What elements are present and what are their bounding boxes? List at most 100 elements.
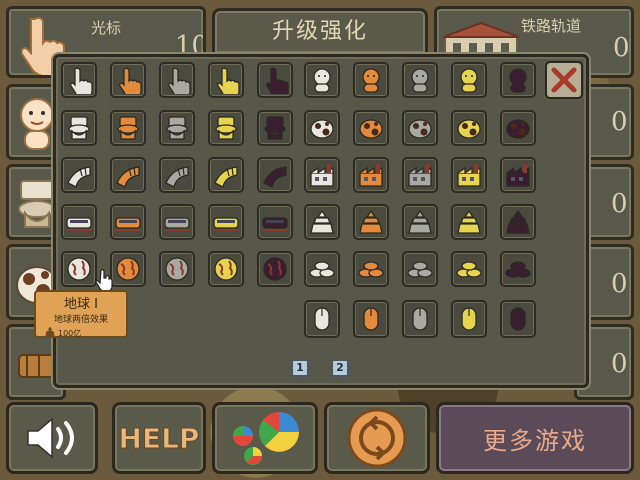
temple-orange-icon	[359, 209, 383, 234]
upgrade-slot[interactable]	[353, 251, 389, 287]
upgrade-slot[interactable]	[402, 62, 438, 98]
upgrade-slot[interactable]	[159, 62, 195, 98]
sound-icon	[27, 417, 74, 459]
upgrade-slot[interactable]	[451, 300, 487, 338]
upgrade-slot[interactable]	[353, 110, 389, 146]
upgrade-slot[interactable]	[500, 110, 536, 146]
mouse-pointer-icon	[96, 269, 113, 290]
upgrade-slot[interactable]	[257, 110, 293, 146]
page-button-2[interactable]: 2	[331, 359, 349, 377]
reset-button[interactable]	[324, 402, 430, 474]
upgrade-slot[interactable]	[257, 251, 293, 287]
coins-yellow-icon	[456, 261, 482, 278]
upgrade-slot[interactable]	[402, 300, 438, 338]
upgrade-slot[interactable]	[402, 251, 438, 287]
upgrade-slot[interactable]	[110, 157, 146, 193]
upgrade-slot[interactable]	[402, 110, 438, 146]
upgrade-slot[interactable]	[110, 204, 146, 240]
coins-orange-icon	[358, 261, 384, 278]
upgrade-slot[interactable]	[61, 204, 97, 240]
globe-yellow-icon	[214, 257, 238, 281]
building-count: 0	[611, 269, 628, 299]
upgrade-slot[interactable]	[402, 204, 438, 240]
cursor-white-icon	[70, 67, 93, 94]
train-dark-icon	[262, 217, 288, 231]
upgrade-slot[interactable]	[304, 62, 340, 98]
globe-orange-icon	[116, 257, 140, 281]
upgrade-slot[interactable]	[208, 251, 244, 287]
upgrade-slot[interactable]	[304, 251, 340, 287]
mouse-white-icon	[314, 307, 330, 331]
factory-yellow-icon	[457, 164, 481, 187]
upgrade-slot[interactable]	[159, 110, 195, 146]
tooltip-desc: 地球两倍效果	[53, 315, 108, 325]
upgrade-slot[interactable]	[500, 251, 536, 287]
upgrade-slot[interactable]	[451, 157, 487, 193]
upgrade-slot[interactable]	[304, 110, 340, 146]
upgrade-slot[interactable]	[402, 157, 438, 193]
cow-dark-icon	[506, 119, 530, 139]
factory-white-icon	[310, 164, 334, 187]
upgrade-slot[interactable]	[451, 110, 487, 146]
toilet-grey-icon	[166, 116, 188, 140]
page-button-1[interactable]: 1	[291, 359, 309, 377]
upgrade-slot[interactable]	[208, 62, 244, 98]
upgrade-slot[interactable]	[451, 62, 487, 98]
upgrade-slot[interactable]	[110, 110, 146, 146]
upgrade-slot[interactable]	[257, 157, 293, 193]
upgrade-slot[interactable]	[451, 204, 487, 240]
upgrade-slot[interactable]	[110, 62, 146, 98]
upgrade-slot[interactable]	[353, 300, 389, 338]
upgrade-slot[interactable]	[208, 110, 244, 146]
upgrade-slot[interactable]	[500, 300, 536, 338]
pipe-orange-icon	[116, 166, 140, 188]
upgrade-slot[interactable]	[500, 62, 536, 98]
coins-dark-icon	[505, 261, 531, 278]
mouse-grey-icon	[412, 307, 428, 331]
tooltip-cost: 100亿	[58, 329, 82, 338]
upgrade-slot[interactable]	[208, 157, 244, 193]
pipe-white-icon	[67, 166, 91, 188]
upgrade-slot[interactable]	[353, 157, 389, 193]
close-button[interactable]	[545, 61, 583, 99]
upgrade-slot[interactable]	[110, 251, 146, 287]
cursor-grey-icon	[168, 67, 191, 94]
upgrade-slot[interactable]	[159, 204, 195, 240]
baby-yellow-icon	[460, 68, 478, 93]
upgrade-slot[interactable]	[500, 204, 536, 240]
poop-coin-icon	[45, 327, 55, 337]
building-count: 0	[611, 349, 628, 379]
upgrade-slot[interactable]	[257, 62, 293, 98]
upgrade-slot[interactable]	[61, 157, 97, 193]
temple-yellow-icon	[457, 209, 481, 234]
more-games-button[interactable]: 更多游戏	[436, 402, 634, 474]
upgrade-slot[interactable]	[304, 157, 340, 193]
mouse-yellow-icon	[461, 307, 477, 331]
baby-orange-icon	[362, 68, 380, 93]
upgrade-slot[interactable]	[257, 204, 293, 240]
upgrade-slot[interactable]	[304, 204, 340, 240]
more-games-label: 更多游戏	[483, 426, 587, 455]
upgrade-slot[interactable]	[159, 157, 195, 193]
stats-button[interactable]	[212, 402, 318, 474]
baby-grey-icon	[411, 68, 429, 93]
reset-icon	[347, 408, 407, 468]
upgrade-slot[interactable]	[61, 62, 97, 98]
upgrade-slot[interactable]	[353, 62, 389, 98]
upgrade-slot[interactable]	[304, 300, 340, 338]
cow-white-icon	[310, 119, 334, 139]
toilet-yellow-icon	[215, 116, 237, 140]
upgrade-slot[interactable]	[208, 204, 244, 240]
upgrades-title: 升级强化	[212, 8, 428, 56]
building-count: 0	[611, 189, 628, 219]
upgrade-slot[interactable]	[500, 157, 536, 193]
building-count: 0	[611, 107, 628, 137]
upgrade-slot[interactable]	[159, 251, 195, 287]
upgrade-slot[interactable]	[61, 251, 97, 287]
upgrade-slot[interactable]	[61, 110, 97, 146]
sound-button[interactable]	[6, 402, 98, 474]
upgrade-slot[interactable]	[451, 251, 487, 287]
upgrade-slot[interactable]	[353, 204, 389, 240]
cursor-yellow-icon	[217, 67, 240, 94]
help-button[interactable]: HELP	[112, 402, 206, 474]
